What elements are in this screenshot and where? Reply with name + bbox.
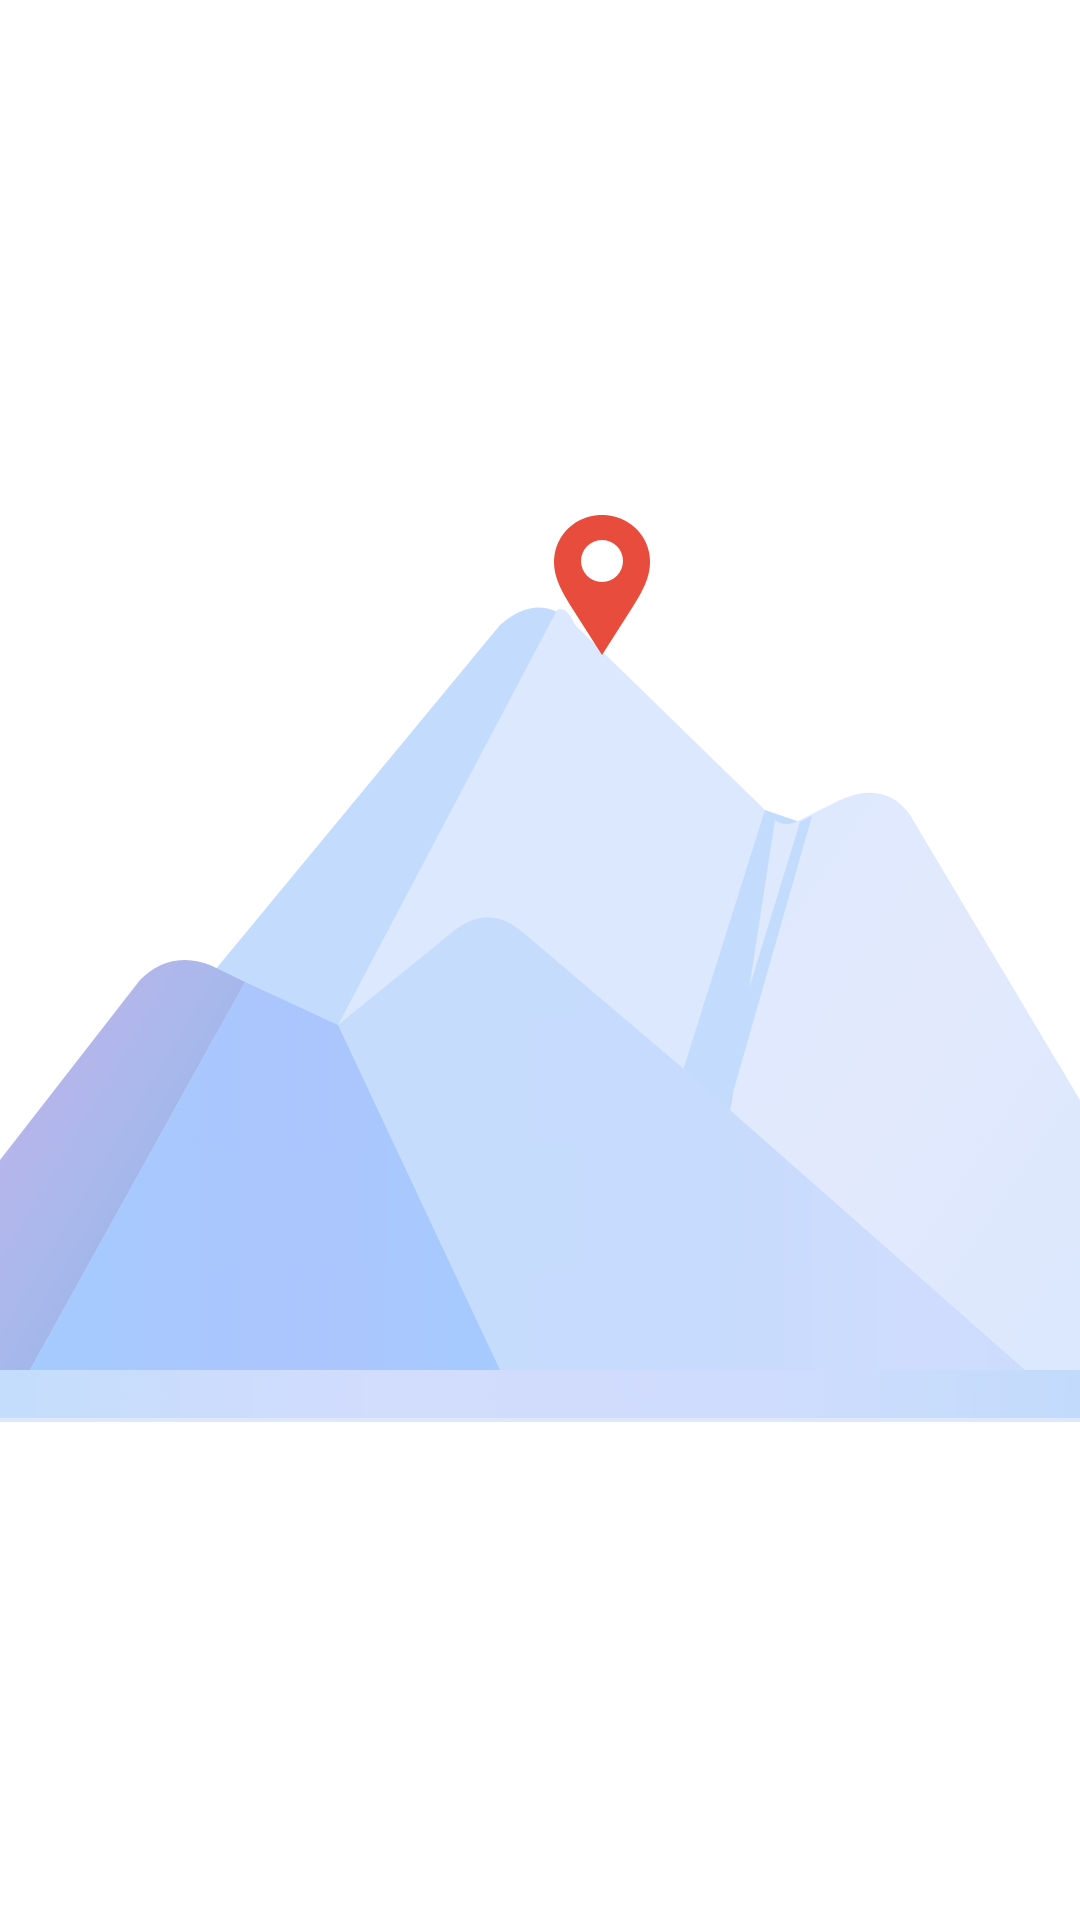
ground-strip: [0, 1370, 1080, 1420]
mountain-illustration-svg: [0, 515, 1080, 1422]
onboarding-screen: [0, 0, 1080, 1920]
ground-base: [0, 1418, 1080, 1422]
mountain-illustration: [0, 0, 1080, 1920]
